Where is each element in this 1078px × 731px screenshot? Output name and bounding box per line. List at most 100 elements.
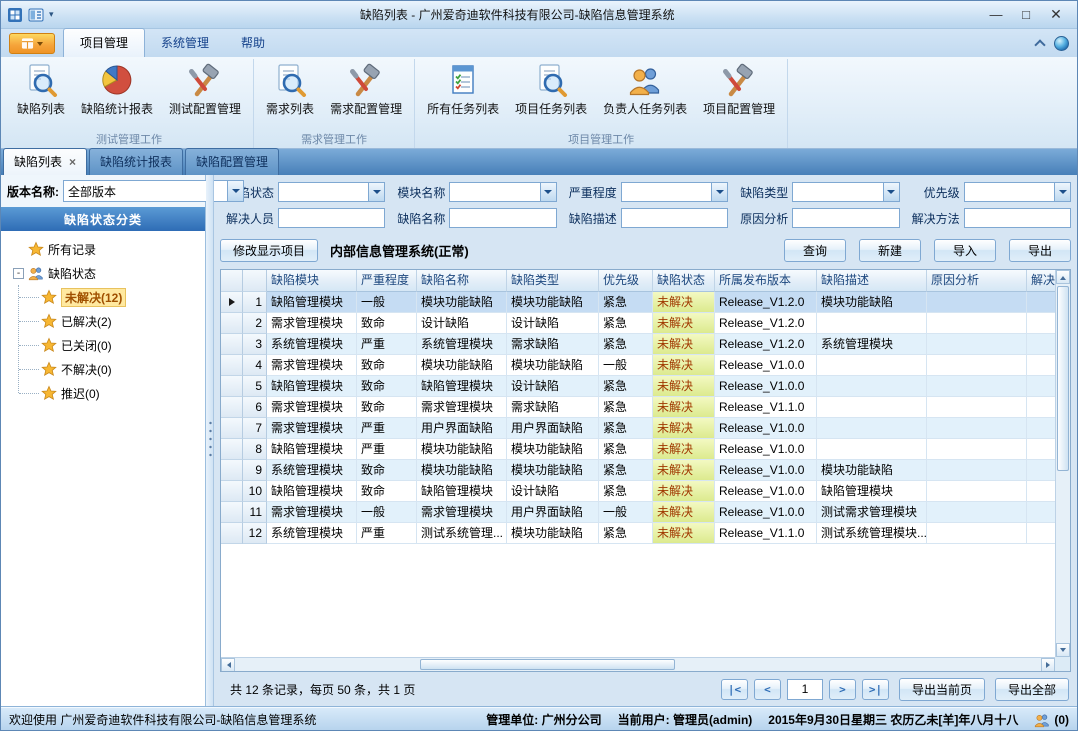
grid-cell[interactable]	[1027, 439, 1057, 460]
grid-cell[interactable]: 需求管理模块	[417, 397, 507, 418]
filter-solution-input[interactable]	[964, 208, 1071, 228]
combo-arrow-icon[interactable]	[540, 183, 556, 201]
filter-resolver-input[interactable]	[278, 208, 385, 228]
grid-cell[interactable]: 紧急	[599, 334, 653, 355]
app-menu-button[interactable]	[9, 33, 55, 54]
grid-cell[interactable]: 需求管理模块	[267, 502, 357, 523]
layout-toggle-icon[interactable]	[28, 7, 44, 23]
grid-cell[interactable]: 紧急	[599, 523, 653, 544]
grid-cell[interactable]: 需求缺陷	[507, 334, 599, 355]
filter-priority-combo[interactable]	[964, 182, 1071, 202]
grid-row[interactable]: 5缺陷管理模块致命缺陷管理模块设计缺陷紧急未解决Release_V1.0.0	[221, 376, 1070, 397]
grid-cell[interactable]	[927, 418, 1027, 439]
scroll-up-icon[interactable]	[1056, 270, 1070, 284]
doc-tab-defect-config[interactable]: 缺陷配置管理	[185, 148, 279, 175]
grid-cell[interactable]: 设计缺陷	[507, 376, 599, 397]
grid-column-header[interactable]: 缺陷描述	[817, 270, 927, 292]
ribbon-button-requirement-list[interactable]: 需求列表	[258, 60, 322, 133]
grid-cell[interactable]: 缺陷管理模块	[267, 376, 357, 397]
action-button-export[interactable]: 导出	[1009, 239, 1071, 262]
grid-cell[interactable]: Release_V1.0.0	[715, 439, 817, 460]
scroll-left-icon[interactable]	[221, 658, 235, 672]
grid-cell[interactable]: 模块功能缺陷	[507, 439, 599, 460]
ribbon-button-all-task-list[interactable]: 所有任务列表	[419, 60, 507, 133]
filter-defect-status-combo[interactable]	[278, 182, 385, 202]
grid-cell[interactable]: 系统管理模块	[417, 334, 507, 355]
horizontal-scrollbar[interactable]	[221, 657, 1055, 671]
grid-column-header[interactable]: 所属发布版本	[715, 270, 817, 292]
grid-column-header[interactable]: 原因分析	[927, 270, 1027, 292]
filter-defect-type-combo[interactable]	[792, 182, 899, 202]
grid-cell[interactable]: 未解决	[653, 292, 715, 313]
filter-module-name-value[interactable]	[450, 183, 539, 201]
grid-cell[interactable]: 测试需求管理模块	[817, 502, 927, 523]
grid-cell[interactable]	[927, 502, 1027, 523]
close-tab-icon[interactable]: ×	[69, 157, 76, 167]
grid-cell[interactable]: 紧急	[599, 397, 653, 418]
filter-severity-combo[interactable]	[621, 182, 728, 202]
grid-row[interactable]: 4需求管理模块致命模块功能缺陷模块功能缺陷一般未解决Release_V1.0.0	[221, 355, 1070, 376]
grid-cell[interactable]: 致命	[357, 376, 417, 397]
grid-cell[interactable]: 未解决	[653, 502, 715, 523]
grid-cell[interactable]: 模块功能缺陷	[417, 292, 507, 313]
grid-cell[interactable]: 模块功能缺陷	[817, 292, 927, 313]
filter-module-name-combo[interactable]	[449, 182, 556, 202]
grid-cell[interactable]	[927, 355, 1027, 376]
grid-cell[interactable]: 模块功能缺陷	[507, 460, 599, 481]
grid-column-header[interactable]: 缺陷名称	[417, 270, 507, 292]
ribbon-button-test-config[interactable]: 测试配置管理	[161, 60, 249, 133]
grid-row[interactable]: 3系统管理模块严重系统管理模块需求缺陷紧急未解决Release_V1.2.0系统…	[221, 334, 1070, 355]
grid-cell[interactable]: 紧急	[599, 376, 653, 397]
tree-item-unresolved[interactable]: 未解决(12)	[1, 285, 205, 309]
tree-item-postponed[interactable]: 推迟(0)	[1, 381, 205, 405]
grid-cell[interactable]: 系统管理模块	[267, 460, 357, 481]
grid-cell[interactable]: Release_V1.0.0	[715, 376, 817, 397]
grid-cell[interactable]: Release_V1.0.0	[715, 502, 817, 523]
grid-cell[interactable]: 未解决	[653, 334, 715, 355]
horizontal-scrollbar-thumb[interactable]	[420, 659, 675, 670]
grid-row[interactable]: 2需求管理模块致命设计缺陷设计缺陷紧急未解决Release_V1.2.0	[221, 313, 1070, 334]
grid-cell[interactable]: 严重	[357, 439, 417, 460]
grid-cell[interactable]: 需求管理模块	[417, 502, 507, 523]
grid-cell[interactable]	[927, 397, 1027, 418]
grid-cell[interactable]: 缺陷管理模块	[267, 292, 357, 313]
grid-cell[interactable]: Release_V1.0.0	[715, 355, 817, 376]
ribbon-button-defect-list[interactable]: 缺陷列表	[9, 60, 73, 133]
doc-tab-defect-list[interactable]: 缺陷列表×	[3, 148, 87, 175]
last-page-button[interactable]: >|	[862, 679, 889, 700]
scroll-right-icon[interactable]	[1041, 658, 1055, 672]
grid-cell[interactable]: 未解决	[653, 313, 715, 334]
grid-cell[interactable]	[1027, 481, 1057, 502]
vertical-scrollbar[interactable]	[1055, 270, 1070, 657]
grid-cell[interactable]: 缺陷管理模块	[417, 376, 507, 397]
filter-cause-analysis-input[interactable]	[792, 208, 899, 228]
grid-cell[interactable]: 致命	[357, 397, 417, 418]
grid-cell[interactable]: 未解决	[653, 418, 715, 439]
grid-cell[interactable]: 紧急	[599, 292, 653, 313]
version-combo[interactable]	[63, 180, 244, 202]
grid-cell[interactable]: 缺陷管理模块	[267, 439, 357, 460]
grid-cell[interactable]: 致命	[357, 355, 417, 376]
filter-defect-status-value[interactable]	[279, 183, 368, 201]
tree-item-resolved[interactable]: 已解决(2)	[1, 309, 205, 333]
action-button-import[interactable]: 导入	[934, 239, 996, 262]
grid-column-header[interactable]: 缺陷模块	[267, 270, 357, 292]
grid-cell[interactable]	[1027, 397, 1057, 418]
grid-cell[interactable]: 缺陷管理模块	[817, 481, 927, 502]
grid-cell[interactable]: 模块功能缺陷	[817, 460, 927, 481]
grid-cell[interactable]	[1027, 418, 1057, 439]
grid-cell[interactable]	[817, 355, 927, 376]
export-all-button[interactable]: 导出全部	[995, 678, 1069, 701]
grid-cell[interactable]: 模块功能缺陷	[507, 292, 599, 313]
grid-cell[interactable]: 模块功能缺陷	[507, 355, 599, 376]
grid-cell[interactable]: 需求管理模块	[267, 397, 357, 418]
grid-cell[interactable]: 用户界面缺陷	[507, 418, 599, 439]
ribbon-button-project-task-list[interactable]: 项目任务列表	[507, 60, 595, 133]
grid-cell[interactable]	[817, 313, 927, 334]
grid-cell[interactable]	[1027, 502, 1057, 523]
grid-cell[interactable]: 模块功能缺陷	[417, 460, 507, 481]
grid-cell[interactable]	[927, 334, 1027, 355]
app-icon[interactable]	[7, 7, 23, 23]
ribbon-button-defect-report[interactable]: 缺陷统计报表	[73, 60, 161, 133]
grid-cell[interactable]: 需求管理模块	[267, 355, 357, 376]
